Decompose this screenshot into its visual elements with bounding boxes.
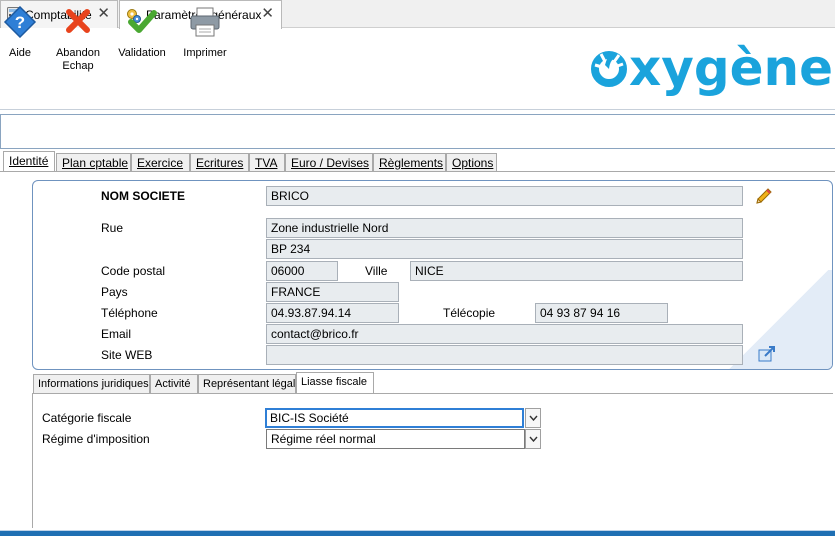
svg-text:?: ? [15,13,25,32]
validation-button[interactable]: Validation [116,6,168,60]
checkmark-icon [128,10,157,33]
phone-label: Téléphone [101,306,158,320]
tax-category-select[interactable]: BIC-IS Société [265,408,524,428]
tab-activite[interactable]: Activité [150,374,198,394]
postal-code-label: Code postal [101,264,166,278]
tab-identite[interactable]: Identité [3,151,55,172]
chevron-down-icon [528,436,538,442]
status-bar [0,530,835,536]
email-field[interactable]: contact@brico.fr [266,324,743,344]
fax-label: Télécopie [443,306,496,320]
tax-regime-select[interactable]: Régime réel normal [266,429,525,449]
tab-tva[interactable]: TVA [249,153,285,171]
fax-field[interactable]: 04 93 87 94 16 [535,303,668,323]
logo-text: xygène [629,40,833,97]
tax-category-label: Catégorie fiscale [42,411,132,425]
abandon-label: Abandon [55,47,101,59]
open-link-icon[interactable] [758,346,776,362]
tax-category-dropdown-button[interactable] [525,408,541,428]
close-icon[interactable]: ✕ [261,6,274,22]
tab-panel-border [0,171,835,172]
tax-regime-dropdown-button[interactable] [525,429,541,449]
tab-euro-devises[interactable]: Euro / Devises [285,153,373,171]
main-tab-bar: Identité Plan cptable Exercice Ecritures… [0,151,835,172]
tab-ecritures[interactable]: Ecritures [190,153,249,171]
help-button[interactable]: ? Aide [2,5,38,60]
company-name-field[interactable]: BRICO [266,186,743,206]
printer-icon [190,7,220,37]
abandon-sublabel: Echap [62,60,94,72]
country-field[interactable]: FRANCE [266,282,399,302]
tax-regime-label: Régime d'imposition [42,432,150,446]
toolbar-separator [0,109,835,110]
tab-options[interactable]: Options [446,153,497,171]
oxygene-logo: xygène [585,39,835,100]
tab-exercice[interactable]: Exercice [131,153,190,171]
help-label: Aide [8,47,32,59]
abandon-button[interactable]: Abandon Echap [52,6,104,73]
street-label: Rue [101,221,124,235]
email-label: Email [101,327,132,341]
country-label: Pays [101,285,128,299]
city-label: Ville [365,264,388,278]
street-line2-field[interactable]: BP 234 [266,239,743,259]
website-label: Site WEB [101,348,153,362]
tab-representant-legal[interactable]: Représentant légal [198,374,296,394]
print-button[interactable]: Imprimer [181,6,229,60]
print-label: Imprimer [183,47,227,59]
tab-plan-cptable[interactable]: Plan cptable [56,153,131,171]
help-icon: ? [3,5,37,39]
logo-graphic: xygène [591,39,833,97]
tab-informations-juridiques[interactable]: Informations juridiques [33,374,150,394]
cancel-x-icon [66,9,90,33]
postal-code-field[interactable]: 06000 [266,261,338,281]
validation-label: Validation [118,47,166,59]
chevron-down-icon [528,415,538,421]
tab-liasse-fiscale[interactable]: Liasse fiscale [296,372,374,394]
info-bar [0,114,835,149]
company-name-label: NOM SOCIETE [101,189,186,203]
tab-reglements[interactable]: Règlements [373,153,446,171]
pencil-edit-icon[interactable] [754,186,774,206]
city-field[interactable]: NICE [410,261,743,281]
street-line1-field[interactable]: Zone industrielle Nord [266,218,743,238]
website-field[interactable] [266,345,743,365]
sub-tab-bar: Informations juridiques Activité Représe… [33,372,433,394]
phone-field[interactable]: 04.93.87.94.14 [266,303,399,323]
